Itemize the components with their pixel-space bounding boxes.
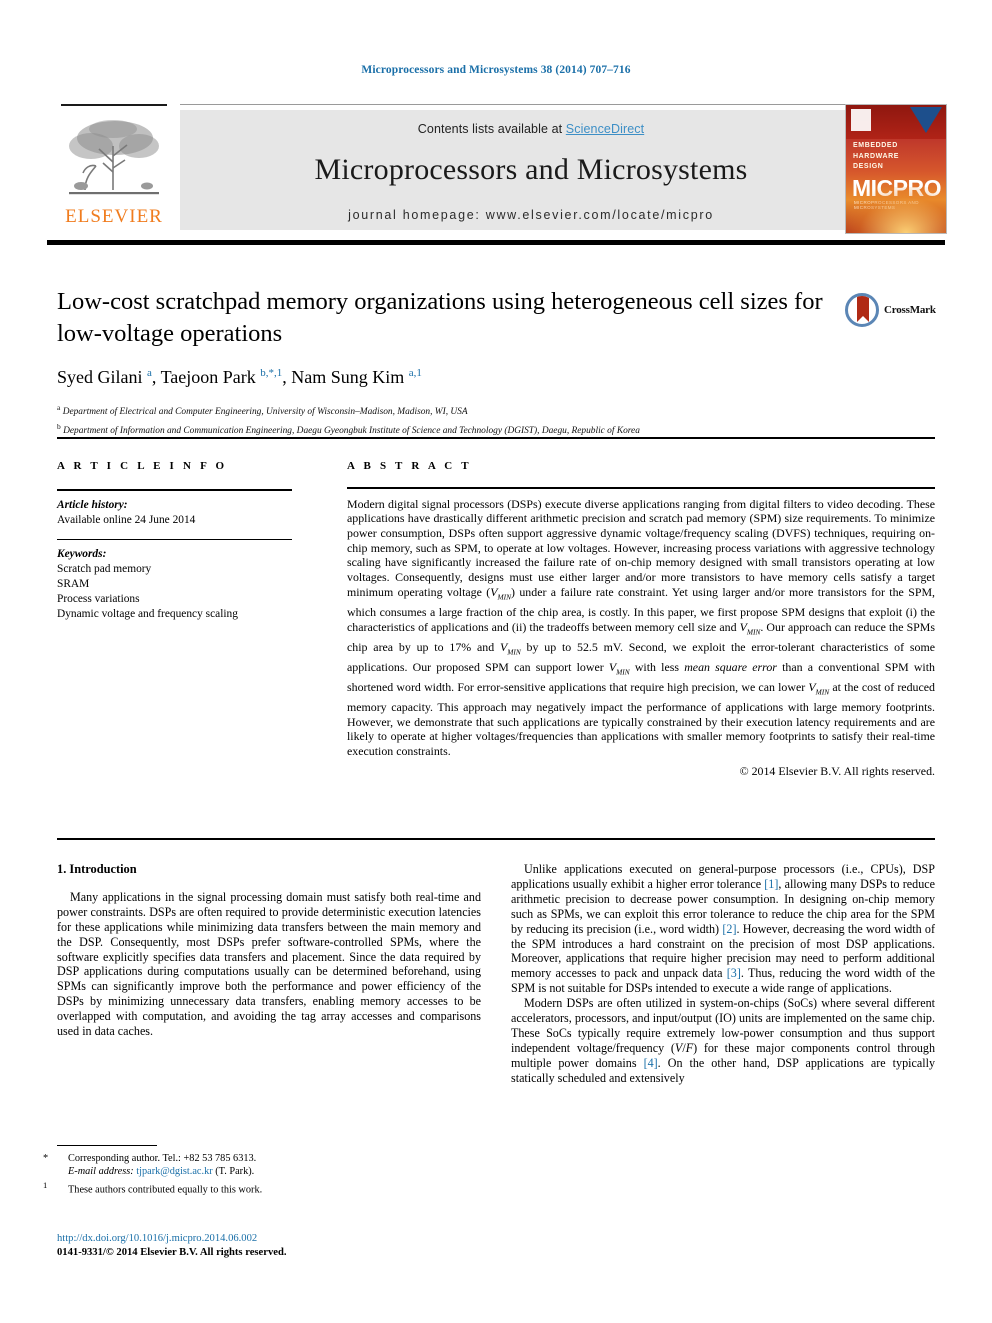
article-info-heading: A R T I C L E I N F O (57, 460, 228, 472)
keywords-label: Keywords: (57, 548, 107, 561)
doi-link[interactable]: http://dx.doi.org/10.1016/j.micpro.2014.… (57, 1232, 481, 1246)
abstract-heading: A B S T R A C T (347, 460, 472, 472)
title-block: Low-cost scratchpad memory organizations… (57, 286, 827, 438)
page-title: Low-cost scratchpad memory organizations… (57, 288, 823, 347)
keywords-block: Keywords: Scratch pad memory SRAM Proces… (57, 547, 292, 622)
journal-cover-image: EMBEDDED HARDWARE DESIGN MICPRO MICROPRO… (845, 104, 947, 234)
abstract-top-rule (57, 437, 935, 439)
body-paragraph: Modern DSPs are often utilized in system… (511, 996, 936, 1085)
abstract-copyright: © 2014 Elsevier B.V. All rights reserved… (739, 763, 935, 778)
cover-elsevier-mark (851, 109, 871, 131)
sciencedirect-link[interactable]: ScienceDirect (566, 122, 644, 136)
footnote-email: E-mail address: tjpark@dgist.ac.kr (T. P… (57, 1165, 481, 1178)
article-history-label: Article history: (57, 498, 128, 511)
footnotes: * Corresponding author. Tel.: +82 53 785 … (43, 1145, 481, 1197)
header-separator (47, 240, 945, 245)
contents-prefix: Contents lists available at (417, 122, 566, 136)
cover-triangle (910, 107, 942, 133)
abstract-rule (347, 487, 935, 489)
article-history-block: Article history: Available online 24 Jun… (57, 498, 292, 528)
issn-copyright-line: 0141-9331/© 2014 Elsevier B.V. All right… (57, 1247, 287, 1258)
keyword-item: Process variations (57, 593, 140, 606)
crossmark-badge[interactable]: CrossMark (845, 288, 945, 332)
footnote-equal-contribution: 1 These authors contributed equally to th… (43, 1179, 481, 1197)
abstract-text: Modern digital signal processors (DSPs) … (347, 496, 935, 759)
journal-masthead: Contents lists available at ScienceDirec… (47, 104, 945, 232)
crossmark-label: CrossMark (884, 304, 936, 316)
keyword-item: SRAM (57, 578, 90, 591)
footnote-email-suffix: (T. Park). (215, 1166, 255, 1178)
abstract-column: Modern digital signal processors (DSPs) … (347, 485, 935, 778)
footnote-one-marker: 1 (43, 1179, 48, 1190)
affiliation-a-text: Department of Electrical and Computer En… (62, 407, 468, 418)
journal-homepage[interactable]: journal homepage: www.elsevier.com/locat… (180, 208, 882, 222)
abstract-bottom-rule (57, 838, 935, 840)
article-info-rule-1 (57, 489, 292, 491)
article-info-rule-2 (57, 538, 292, 541)
footnote-equal-text: These authors contributed equally to thi… (68, 1184, 263, 1196)
footnote-corresponding-text: Corresponding author. Tel.: +82 53 785 6… (68, 1153, 257, 1164)
affiliations: a Department of Electrical and Computer … (57, 401, 827, 438)
body-column-left: 1. Introduction Many applications in the… (57, 862, 481, 1039)
paper-page: Microprocessors and Microsystems 38 (201… (0, 0, 992, 1323)
affiliation-b-text: Department of Information and Communicat… (63, 425, 640, 436)
contents-line: Contents lists available at ScienceDirec… (180, 110, 882, 136)
keyword-item: Scratch pad memory (57, 563, 152, 576)
cover-kicker: EMBEDDED HARDWARE DESIGN (853, 142, 900, 170)
footnote-email-label: E-mail address: (68, 1166, 134, 1178)
doi-block: http://dx.doi.org/10.1016/j.micpro.2014.… (57, 1232, 481, 1260)
affiliation-b: b Department of Information and Communic… (57, 421, 640, 436)
body-column-right: Unlike applications executed on general-… (511, 862, 935, 1086)
footnote-rule (57, 1145, 157, 1146)
body-paragraph: Unlike applications executed on general-… (511, 862, 935, 996)
footnote-email-link[interactable]: tjpark@dgist.ac.kr (136, 1166, 212, 1177)
running-head: Microprocessors and Microsystems 38 (201… (361, 64, 631, 76)
journal-banner: Contents lists available at ScienceDirec… (180, 110, 882, 230)
footnote-corresponding-author: * Corresponding author. Tel.: +82 53 785 … (43, 1152, 481, 1165)
author-list: Syed Gilani a, Taejoon Park b,*,1, Nam S… (57, 367, 422, 387)
footnote-asterisk-marker: * (43, 1153, 49, 1164)
keyword-item: Dynamic voltage and frequency scaling (57, 608, 238, 621)
journal-title: Microprocessors and Microsystems (314, 153, 748, 186)
crossmark-icon (845, 293, 879, 327)
cover-glow (846, 187, 946, 233)
body-paragraph: Many applications in the signal processi… (57, 889, 481, 1039)
crossmark-ribbon-icon (857, 296, 869, 322)
article-history-value: Available online 24 June 2014 (57, 513, 196, 526)
article-info-column: Article history: Available online 24 Jun… (57, 485, 292, 633)
affiliation-a: a Department of Electrical and Computer … (57, 403, 468, 418)
section-heading-introduction: 1. Introduction (57, 862, 137, 876)
masthead-rule (180, 104, 882, 105)
